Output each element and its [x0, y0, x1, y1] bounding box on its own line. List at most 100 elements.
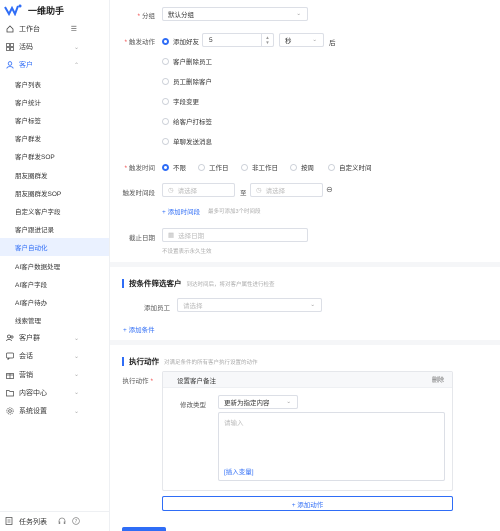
task-list-icon: [5, 516, 13, 527]
group-label: * 分组: [137, 13, 155, 20]
execute-action-label: 执行动作 *: [122, 378, 153, 385]
number-stepper[interactable]: ▲ ▼: [261, 34, 273, 46]
sidebar-item-qrcode[interactable]: 活码 ⌄: [0, 38, 109, 56]
delay-number-input[interactable]: 5 ▲ ▼: [202, 33, 274, 47]
trigger-option-customer-delete[interactable]: 客户删除员工: [162, 56, 212, 66]
app-logo: 一维助手: [0, 0, 109, 20]
insert-variable-link[interactable]: [插入变量]: [224, 466, 254, 476]
sidebar: 一维助手 工作台 ☰ 活码 ⌄ 客户 ⌃ 客户列表 客户统计 客户标签 客户群发…: [0, 0, 110, 531]
sidebar-subitem-customer-stats[interactable]: 客户统计: [0, 93, 109, 111]
trigger-option-field-change[interactable]: 字段变更: [162, 96, 199, 106]
sidebar-item-customer-group[interactable]: 客户群 ⌄: [0, 329, 109, 347]
sidebar-subitem-ai-data[interactable]: AI客户数据处理: [0, 256, 109, 274]
app-root: 一维助手 工作台 ☰ 活码 ⌄ 客户 ⌃ 客户列表 客户统计 客户标签 客户群发…: [0, 0, 500, 531]
help-icon[interactable]: ?: [72, 517, 80, 527]
add-action-button[interactable]: + 添加动作: [162, 496, 453, 511]
headset-icon[interactable]: [58, 517, 66, 527]
sidebar-item-customer[interactable]: 客户 ⌃: [0, 56, 109, 74]
sidebar-subitem-customer-list[interactable]: 客户列表: [0, 75, 109, 93]
time-range-start[interactable]: ◷ 请选择: [162, 183, 235, 197]
trigger-option-tag-customer[interactable]: 给客户打标签: [162, 116, 212, 126]
chevron-down-icon: ⌄: [73, 390, 79, 397]
sidebar-item-label: 客户: [19, 62, 33, 70]
task-list-label[interactable]: 任务列表: [19, 517, 47, 527]
employee-select[interactable]: 请选择 ⌄: [177, 298, 322, 312]
sidebar-item-label: 内容中心: [19, 389, 47, 397]
deadline-date-picker[interactable]: ▦ 选择日期: [162, 228, 308, 242]
deadline-hint: 不设置表示永久生效: [162, 249, 212, 255]
add-condition-link[interactable]: + 添加条件: [123, 324, 155, 334]
sidebar-item-label: 会话: [19, 353, 33, 361]
sidebar-item-label: 营销: [19, 371, 33, 379]
trigger-option-employee-delete[interactable]: 员工删除客户: [162, 76, 212, 86]
sidebar-item-marketing[interactable]: 营销 ⌄: [0, 366, 109, 384]
action-card-header: 设置客户备注 删除: [163, 372, 452, 388]
sidebar-item-label: 工作台: [19, 26, 40, 34]
app-title: 一维助手: [28, 5, 65, 16]
group-select-value: 默认分组: [168, 12, 194, 19]
sidebar-item-label: 客户群: [19, 335, 40, 343]
trigger-time-workday[interactable]: 工作日: [198, 162, 229, 172]
filter-section-title: 按条件筛选客户 到达时间后，将对客户属性进行检查: [122, 278, 275, 289]
trigger-time-weekly[interactable]: 按周: [290, 162, 314, 172]
home-icon: [5, 25, 14, 34]
sidebar-item-settings[interactable]: 系统设置 ⌄: [0, 402, 109, 420]
modify-type-select[interactable]: 更新为指定内容 ⌄: [218, 395, 298, 409]
clock-icon: ◷: [168, 187, 174, 194]
section-divider: [110, 262, 500, 267]
chevron-down-icon: ⌄: [73, 408, 79, 415]
chevron-up-icon: ⌃: [73, 62, 79, 69]
remark-textarea[interactable]: 请输入 [插入变量]: [218, 412, 445, 481]
group-select[interactable]: 默认分组 ⌄: [162, 7, 308, 21]
sidebar-footer: 任务列表 ?: [0, 511, 110, 531]
chevron-down-icon: ⌄: [312, 37, 317, 43]
sidebar-item-workbench[interactable]: 工作台 ☰: [0, 20, 109, 38]
delete-action-button[interactable]: 删除: [432, 375, 444, 384]
sidebar-subitem-followup-records[interactable]: 客户跟进记录: [0, 220, 109, 238]
modify-type-label: 修改类型: [180, 402, 206, 409]
remove-circle-icon[interactable]: ⊖: [326, 185, 333, 194]
trigger-time-non-workday[interactable]: 非工作日: [241, 162, 278, 172]
add-time-range-link[interactable]: + 添加时间段: [162, 206, 200, 216]
chevron-down-icon: ⌄: [73, 372, 79, 379]
sidebar-subitem-custom-fields[interactable]: 自定义客户字段: [0, 202, 109, 220]
chevron-down-icon: ⌄: [310, 302, 315, 308]
trigger-time-unlimited[interactable]: 不限: [162, 162, 186, 172]
add-employee-label: 添加员工: [144, 305, 170, 312]
logo-icon: [4, 4, 22, 16]
user-icon: [5, 61, 14, 70]
trigger-action-label: * 触发动作: [124, 39, 155, 46]
sidebar-subitem-ai-fields[interactable]: AI客户字段: [0, 275, 109, 293]
trigger-time-custom[interactable]: 自定义时间: [328, 162, 372, 172]
clock-icon: ◷: [256, 187, 262, 194]
submit-button[interactable]: [122, 527, 166, 531]
sidebar-subitem-customer-broadcast-sop[interactable]: 客户群发SOP: [0, 147, 109, 165]
delay-suffix: 后: [329, 40, 336, 47]
sidebar-subitem-moments-broadcast-sop[interactable]: 朋友圈群发SOP: [0, 184, 109, 202]
action-card-title: 设置客户备注: [177, 377, 216, 385]
time-range-end[interactable]: ◷ 请选择: [250, 183, 323, 197]
sidebar-item-chat[interactable]: 会话 ⌄: [0, 347, 109, 365]
sidebar-subitem-customer-automation[interactable]: 客户自动化: [0, 238, 109, 257]
radio-checked[interactable]: [162, 37, 169, 45]
svg-text:?: ?: [75, 519, 78, 525]
collapse-icon[interactable]: ☰: [71, 25, 77, 33]
group-icon: [5, 334, 14, 343]
deadline-label: 截止日期: [129, 235, 155, 242]
folder-icon: [5, 388, 14, 397]
sidebar-subitem-customer-broadcast[interactable]: 客户群发: [0, 129, 109, 147]
sidebar-item-content-center[interactable]: 内容中心 ⌄: [0, 384, 109, 402]
sidebar-subitem-leads[interactable]: 线索管理: [0, 311, 109, 329]
sidebar-subitem-moments-broadcast[interactable]: 朋友圈群发: [0, 166, 109, 184]
chevron-down-icon: ⌄: [73, 335, 79, 342]
trigger-option-add-friend[interactable]: 添加好友: [162, 36, 199, 46]
sidebar-subitem-ai-todo[interactable]: AI客户待办: [0, 293, 109, 311]
delay-unit-select[interactable]: 秒 ⌄: [279, 33, 324, 47]
main-content: * 分组 默认分组 ⌄ * 触发动作 添加好友 5 ▲ ▼ 秒 ⌄ 后 客户删除员工 …: [110, 0, 500, 531]
grid-icon: [5, 43, 14, 52]
calendar-icon: ▦: [168, 232, 175, 239]
sidebar-subitem-customer-tags[interactable]: 客户标签: [0, 111, 109, 129]
trigger-option-send-message[interactable]: 单聊发送消息: [162, 136, 212, 146]
chevron-down-icon: ⌄: [296, 11, 301, 17]
chat-icon: [5, 352, 14, 361]
